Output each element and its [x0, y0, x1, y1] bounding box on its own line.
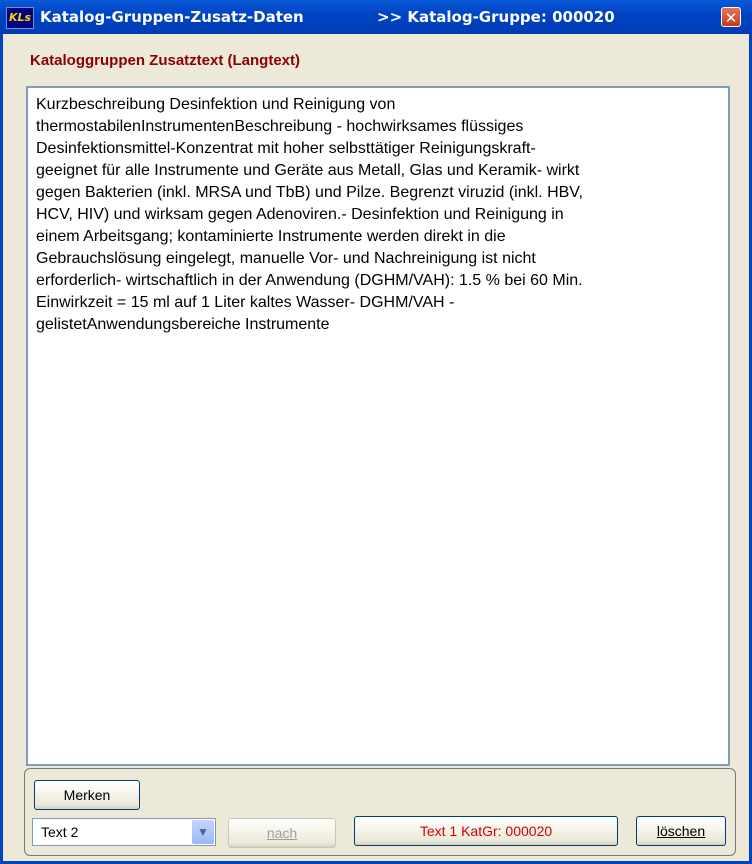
text-select-value: Text 2	[41, 824, 79, 840]
text-katgr-button[interactable]: Text 1 KatGr: 000020	[354, 816, 618, 846]
loeschen-button[interactable]: löschen	[636, 816, 726, 846]
long-text-editor[interactable]: Kurzbeschreibung Desinfektion und Reinig…	[26, 86, 730, 766]
nach-button[interactable]: nach	[228, 818, 336, 848]
window-title: Katalog-Gruppen-Zusatz-Daten	[40, 8, 304, 26]
title-bar[interactable]: KLs Katalog-Gruppen-Zusatz-Daten >> Kata…	[0, 0, 752, 34]
close-icon[interactable]: ✕	[721, 7, 741, 27]
loeschen-label: löschen	[656, 823, 706, 839]
chevron-down-icon[interactable]: ▼	[192, 820, 214, 844]
section-title: Kataloggruppen Zusatztext (Langtext)	[30, 52, 301, 69]
text-select[interactable]: Text 2 ▼	[32, 818, 216, 846]
merken-button[interactable]: Merken	[34, 780, 140, 810]
catalog-group-label: >> Katalog-Gruppe: 000020	[377, 8, 615, 26]
app-logo-icon: KLs	[6, 7, 34, 29]
